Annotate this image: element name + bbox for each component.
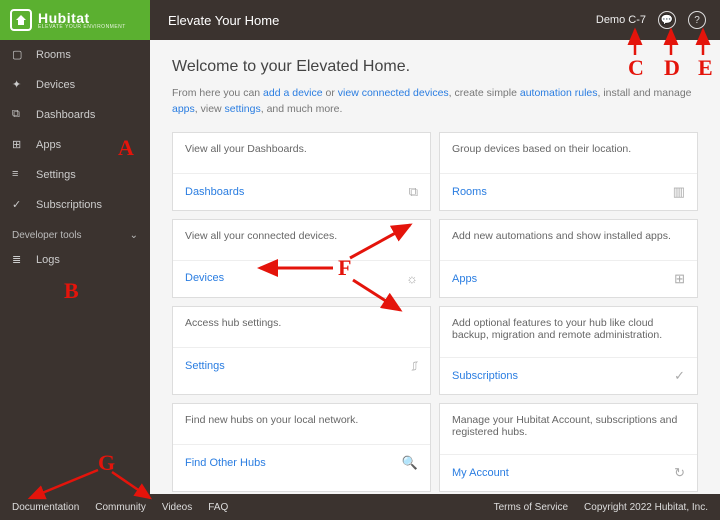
top-bar: Hubitat ELEVATE YOUR ENVIRONMENT Elevate… (0, 0, 720, 40)
refresh-icon: ↻ (674, 465, 685, 481)
brand-logo[interactable]: Hubitat ELEVATE YOUR ENVIRONMENT (0, 0, 150, 40)
grid-icon: ⊞ (674, 271, 685, 287)
check-icon: ✓ (674, 368, 685, 384)
settings-card-link[interactable]: Settings (185, 360, 225, 372)
footer-community[interactable]: Community (95, 502, 146, 513)
add-device-link[interactable]: add a device (263, 87, 323, 99)
dashboards-card: View all your Dashboards.Dashboards⧉ (172, 132, 431, 211)
footer-tos[interactable]: Terms of Service (494, 502, 568, 513)
sliders-icon: ⎎ (411, 358, 418, 374)
intro-text: From here you can add a device or view c… (172, 86, 698, 118)
search-icon: 🔍 (402, 455, 418, 471)
subscriptions-card: Add optional features to your hub like c… (439, 306, 698, 395)
sliders-icon: ≡ (12, 168, 26, 182)
account-card: Manage your Hubitat Account, subscriptio… (439, 403, 698, 492)
sidebar-item-label: Dashboards (36, 109, 95, 121)
apps-card: Add new automations and show installed a… (439, 219, 698, 298)
subscriptions-card-link[interactable]: Subscriptions (452, 370, 518, 382)
dashboards-link[interactable]: Dashboards (185, 186, 244, 198)
sidebar-item-settings[interactable]: ≡ Settings (0, 160, 150, 190)
footer-copyright: Copyright 2022 Hubitat, Inc. (584, 502, 708, 513)
home-icon (10, 9, 32, 31)
sidebar-item-subscriptions[interactable]: ✓ Subscriptions (0, 190, 150, 220)
sidebar-item-label: Apps (36, 139, 61, 151)
page-title: Elevate Your Home (150, 13, 596, 28)
logs-icon: ≣ (12, 253, 26, 267)
brand-tagline: ELEVATE YOUR ENVIRONMENT (38, 24, 126, 30)
view-devices-link[interactable]: view connected devices (338, 87, 449, 99)
automation-rules-link[interactable]: automation rules (520, 87, 598, 99)
chevron-down-icon: ⌄ (130, 230, 138, 241)
apps-link[interactable]: apps (172, 103, 195, 115)
sidebar-item-logs[interactable]: ≣ Logs (0, 245, 150, 275)
settings-card: Access hub settings.Settings⎎ (172, 306, 431, 395)
sidebar-item-label: Subscriptions (36, 199, 102, 211)
settings-link[interactable]: settings (225, 103, 261, 115)
sidebar-item-label: Settings (36, 169, 76, 181)
dashboard-icon: ⧉ (12, 108, 26, 122)
footer-documentation[interactable]: Documentation (12, 502, 79, 513)
check-icon: ✓ (12, 198, 26, 212)
apps-card-link[interactable]: Apps (452, 273, 477, 285)
sidebar-item-label: Rooms (36, 49, 71, 61)
rooms-icon: ▢ (12, 48, 26, 62)
sidebar-item-label: Devices (36, 79, 75, 91)
footer-faq[interactable]: FAQ (208, 502, 228, 513)
footer-videos[interactable]: Videos (162, 502, 192, 513)
developer-tools-header[interactable]: Developer tools⌄ (0, 220, 150, 245)
rooms-card: Group devices based on their location.Ro… (439, 132, 698, 211)
rooms-link[interactable]: Rooms (452, 186, 487, 198)
messages-icon[interactable]: 💬 (658, 11, 676, 29)
footer: Documentation Community Videos FAQ Terms… (0, 494, 720, 520)
sidebar-item-label: Logs (36, 254, 60, 266)
find-hubs-card: Find new hubs on your local network.Find… (172, 403, 431, 492)
sidebar-item-devices[interactable]: ✦ Devices (0, 70, 150, 100)
welcome-heading: Welcome to your Elevated Home. (172, 58, 698, 76)
sidebar-item-rooms[interactable]: ▢ Rooms (0, 40, 150, 70)
find-hubs-link[interactable]: Find Other Hubs (185, 457, 266, 469)
sidebar: ▢ Rooms ✦ Devices ⧉ Dashboards ⊞ Apps ≡ Setti… (0, 40, 150, 494)
card-grid: View all your Dashboards.Dashboards⧉ Gro… (172, 132, 698, 492)
devices-link[interactable]: Devices (185, 272, 224, 284)
bulb-icon: ☼ (406, 271, 418, 286)
sidebar-item-apps[interactable]: ⊞ Apps (0, 130, 150, 160)
help-icon[interactable]: ? (688, 11, 706, 29)
rooms-icon: ▥ (673, 184, 685, 200)
bulb-icon: ✦ (12, 78, 26, 92)
hub-name[interactable]: Demo C-7 (596, 14, 646, 26)
devices-card: View all your connected devices.Devices☼ (172, 219, 431, 298)
dashboards-icon: ⧉ (409, 184, 418, 200)
apps-icon: ⊞ (12, 138, 26, 152)
sidebar-item-dashboards[interactable]: ⧉ Dashboards (0, 100, 150, 130)
account-link[interactable]: My Account (452, 467, 509, 479)
main-content: Welcome to your Elevated Home. From here… (150, 40, 720, 494)
